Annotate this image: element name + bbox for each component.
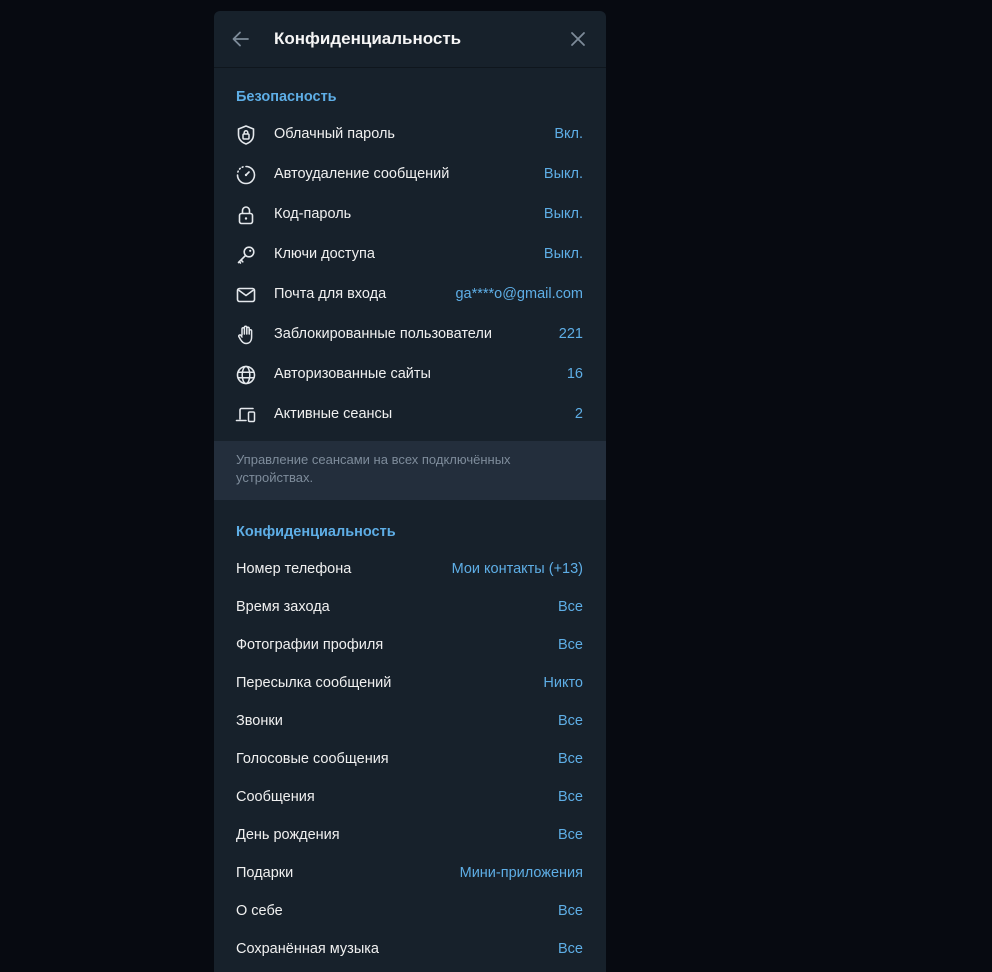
row-label: Звонки [236, 713, 283, 729]
row-value: Все [558, 713, 583, 729]
privacy-item-phone-number[interactable]: Номер телефона Мои контакты (+13) [214, 549, 606, 589]
row-value: Выкл. [543, 166, 583, 182]
devices-icon [234, 403, 258, 427]
row-value: 2 [574, 406, 583, 422]
arrow-left-icon [232, 31, 249, 47]
row-value: Мои контакты (+13) [451, 561, 583, 577]
security-item-cloud-password[interactable]: Облачный пароль Вкл. [214, 114, 606, 154]
row-label: Ключи доступа [274, 246, 375, 262]
close-button[interactable] [568, 29, 588, 49]
shield-lock-icon [234, 123, 258, 147]
panel-header: Конфиденциальность [214, 11, 606, 68]
row-label: Голосовые сообщения [236, 751, 389, 767]
lock-icon [234, 203, 258, 227]
timer-icon [234, 163, 258, 187]
privacy-item-gifts[interactable]: Подарки Мини-приложения [214, 853, 606, 893]
privacy-item-voice-messages[interactable]: Голосовые сообщения Все [214, 739, 606, 779]
row-label: Пересылка сообщений [236, 675, 392, 691]
row-label: Подарки [236, 865, 294, 881]
row-value: Никто [543, 675, 583, 691]
row-label: Сохранённая музыка [236, 941, 379, 957]
privacy-item-profile-photos[interactable]: Фотографии профиля Все [214, 625, 606, 665]
row-value: Все [558, 789, 583, 805]
row-value: Вкл. [554, 126, 583, 142]
key-icon [234, 243, 258, 267]
mail-icon [234, 283, 258, 307]
privacy-item-calls[interactable]: Звонки Все [214, 701, 606, 741]
row-value: Все [558, 941, 583, 957]
row-label: Автоудаление сообщений [274, 166, 450, 182]
row-label: Активные сеансы [274, 406, 393, 422]
close-icon [571, 32, 585, 46]
privacy-item-last-seen[interactable]: Время захода Все [214, 587, 606, 627]
row-value: Выкл. [543, 246, 583, 262]
security-item-passkeys[interactable]: Ключи доступа Выкл. [214, 234, 606, 274]
row-label: Облачный пароль [274, 126, 395, 142]
security-item-blocked-users[interactable]: Заблокированные пользователи 221 [214, 314, 606, 354]
row-value: Мини-приложения [459, 865, 583, 881]
privacy-item-birthday[interactable]: День рождения Все [214, 815, 606, 855]
privacy-settings-panel: Конфиденциальность Безопасность Облачный… [214, 11, 606, 972]
security-item-passcode[interactable]: Код-пароль Выкл. [214, 194, 606, 234]
row-label: День рождения [236, 827, 340, 843]
sessions-note: Управление сеансами на всех подключённых… [214, 441, 606, 500]
row-value: ga****o@gmail.com [455, 286, 583, 302]
row-value: Все [558, 827, 583, 843]
row-value: Все [558, 637, 583, 653]
row-value: Все [558, 751, 583, 767]
page-title: Конфиденциальность [274, 29, 462, 48]
row-label: Почта для входа [274, 286, 387, 302]
hand-icon [234, 323, 258, 347]
privacy-item-saved-music[interactable]: Сохранённая музыка Все [214, 929, 606, 969]
row-label: Сообщения [236, 789, 315, 805]
security-section-title: Безопасность [236, 89, 337, 105]
security-item-auto-delete[interactable]: Автоудаление сообщений Выкл. [214, 154, 606, 194]
row-value: 221 [558, 326, 583, 342]
row-label: Фотографии профиля [236, 637, 384, 653]
sessions-note-text: Управление сеансами на всех подключённых… [236, 452, 511, 485]
row-label: О себе [236, 903, 283, 919]
row-value: Выкл. [543, 206, 583, 222]
row-label: Заблокированные пользователи [274, 326, 492, 342]
globe-icon [234, 363, 258, 387]
privacy-item-messages[interactable]: Сообщения Все [214, 777, 606, 817]
privacy-item-forwarding[interactable]: Пересылка сообщений Никто [214, 663, 606, 703]
row-value: Все [558, 599, 583, 615]
row-value: 16 [566, 366, 583, 382]
row-label: Код-пароль [274, 206, 352, 222]
row-value: Все [558, 903, 583, 919]
security-item-authorized-sites[interactable]: Авторизованные сайты 16 [214, 354, 606, 394]
row-label: Время захода [236, 599, 330, 615]
privacy-section-title: Конфиденциальность [236, 524, 396, 540]
row-label: Номер телефона [236, 561, 352, 577]
privacy-item-bio[interactable]: О себе Все [214, 891, 606, 931]
security-item-active-sessions[interactable]: Активные сеансы 2 [214, 394, 606, 434]
security-item-login-email[interactable]: Почта для входа ga****o@gmail.com [214, 274, 606, 314]
row-label: Авторизованные сайты [274, 366, 431, 382]
back-button[interactable] [230, 28, 252, 50]
